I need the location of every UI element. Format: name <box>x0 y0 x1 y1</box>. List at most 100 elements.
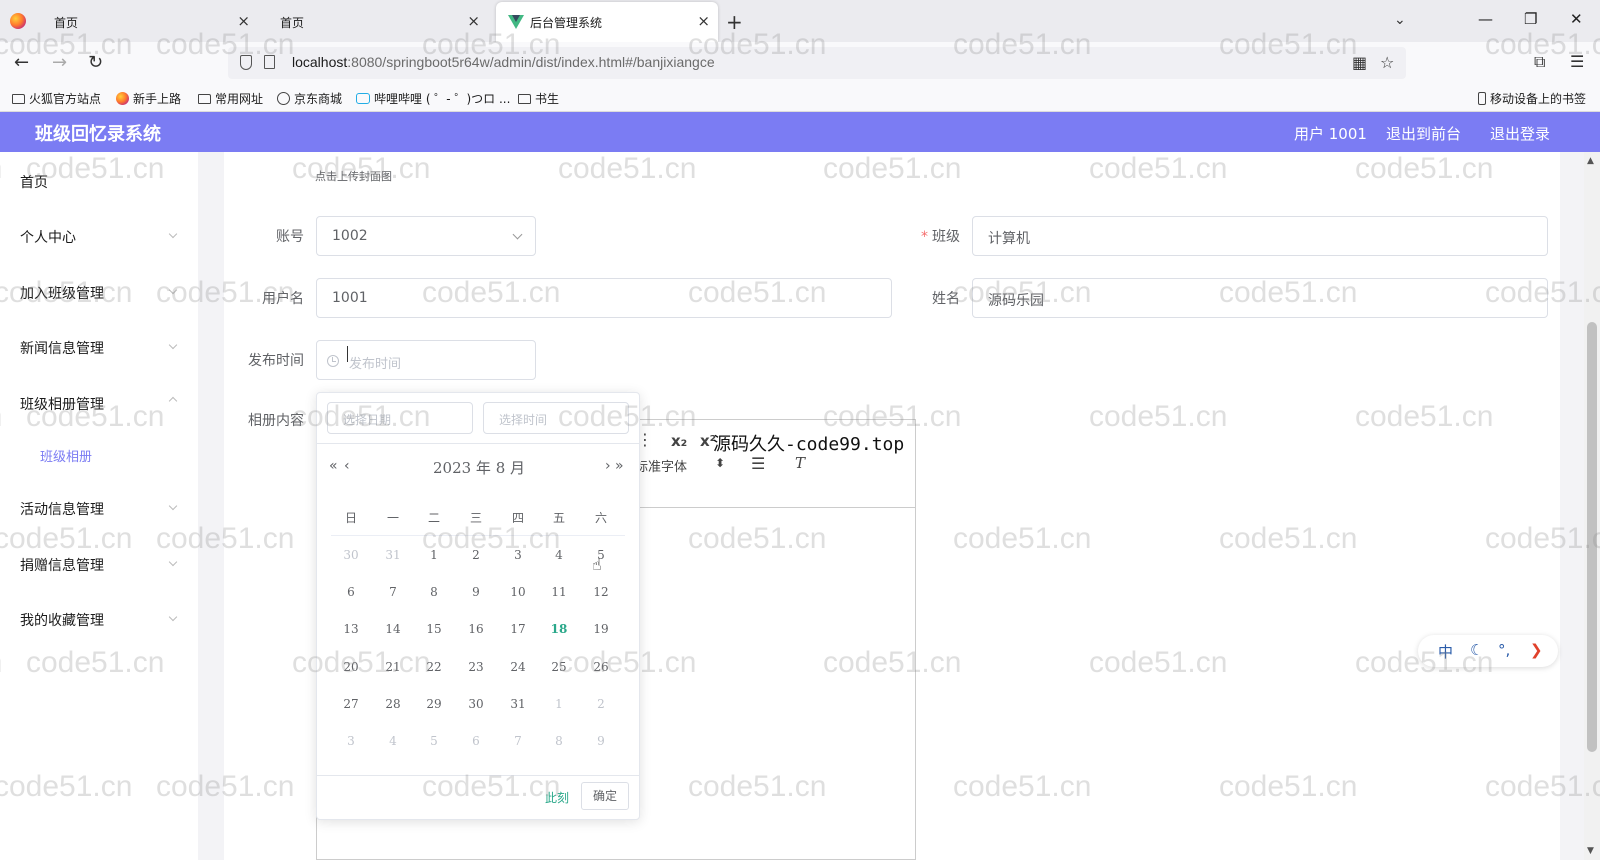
scroll-down-icon[interactable]: ▼ <box>1587 846 1594 856</box>
calendar-day[interactable]: 9 <box>456 585 496 599</box>
restore-icon[interactable]: ❐ <box>1524 10 1537 28</box>
calendar-day[interactable]: 26 <box>581 660 621 674</box>
calendar-day[interactable]: 29 <box>414 697 454 711</box>
scroll-thumb[interactable] <box>1587 322 1597 752</box>
url-bar[interactable]: localhost:8080/springboot5r64w/admin/dis… <box>228 47 1406 79</box>
align-icon[interactable]: ☰ <box>751 454 765 473</box>
username-field[interactable]: 1001 <box>316 278 892 318</box>
calendar-day[interactable]: 22 <box>414 660 454 674</box>
calendar-day[interactable]: 3 <box>331 734 371 748</box>
next-year-icon[interactable]: » <box>615 458 624 474</box>
browser-tab-active[interactable]: 后台管理系统 × <box>496 2 718 42</box>
page-scrollbar[interactable]: ▲ ▼ <box>1584 152 1600 860</box>
calendar-day[interactable]: 2 <box>581 697 621 711</box>
forward-icon[interactable]: → <box>52 52 67 73</box>
moon-icon[interactable]: ☾ <box>1470 641 1483 659</box>
star-icon[interactable]: ☆ <box>1380 53 1394 72</box>
clear-format-icon[interactable]: T <box>795 454 805 472</box>
calendar-day[interactable]: 8 <box>539 734 579 748</box>
bookmark-item[interactable]: 火狐官方站点 <box>12 90 101 107</box>
time-input[interactable]: 选择时间 <box>483 402 629 434</box>
calendar-day[interactable]: 30 <box>456 697 496 711</box>
calendar-day[interactable]: 6 <box>331 585 371 599</box>
new-tab-icon[interactable]: + <box>726 10 743 34</box>
calendar-day[interactable]: 30 <box>331 548 371 562</box>
calendar-day[interactable]: 24 <box>498 660 538 674</box>
subscript-button[interactable]: x₂ <box>671 432 687 450</box>
reload-icon[interactable]: ↻ <box>88 52 103 73</box>
bookmark-item[interactable]: 新手上路 <box>116 90 181 107</box>
calendar-day[interactable]: 23 <box>456 660 496 674</box>
bookmark-item[interactable]: 常用网址 <box>198 90 263 107</box>
back-icon[interactable]: ← <box>14 52 29 73</box>
url-text[interactable]: localhost:8080/springboot5r64w/admin/dis… <box>292 54 715 70</box>
calendar-day[interactable]: 27 <box>331 697 371 711</box>
browser-tab[interactable]: 首页 × <box>262 0 488 42</box>
calendar-day[interactable]: 16 <box>456 622 496 636</box>
sidebar-subitem-class-album[interactable]: 班级相册 <box>40 446 92 465</box>
calendar-day[interactable]: 5 <box>414 734 454 748</box>
date-input[interactable]: 选择日期 <box>327 402 473 434</box>
sidebar-item-donation[interactable]: 捐赠信息管理 <box>20 555 104 575</box>
sidebar-item-news[interactable]: 新闻信息管理 <box>20 338 104 358</box>
sidebar-item-home[interactable]: 首页 <box>20 172 48 192</box>
font-select[interactable]: 标准字体 <box>635 456 687 475</box>
calendar-day[interactable]: 19 <box>581 622 621 636</box>
bookmark-item[interactable]: 书生 <box>518 90 559 107</box>
sidebar-item-album[interactable]: 班级相册管理 <box>20 394 104 414</box>
extensions-icon[interactable]: ⧉ <box>1534 52 1545 72</box>
close-icon[interactable]: × <box>467 12 480 30</box>
close-icon[interactable]: × <box>237 12 250 30</box>
calendar-day[interactable]: 4 <box>539 548 579 562</box>
calendar-day[interactable]: 12 <box>581 585 621 599</box>
name-field[interactable]: 源码乐园 <box>972 278 1548 318</box>
bookmark-item[interactable]: 哔哩哔哩 ( ゜- ゜)つロ ... <box>356 90 510 107</box>
bookmark-item[interactable]: 京东商城 <box>277 90 342 107</box>
calendar-day[interactable]: 21 <box>373 660 413 674</box>
ime-chinese-toggle[interactable]: 中 <box>1438 641 1453 662</box>
calendar-day[interactable]: 13 <box>331 622 371 636</box>
minimize-icon[interactable]: — <box>1478 10 1493 28</box>
exit-to-front-link[interactable]: 退出到前台 <box>1386 123 1461 144</box>
calendar-day[interactable]: 15 <box>414 622 454 636</box>
sidebar-item-activity[interactable]: 活动信息管理 <box>20 499 104 519</box>
chevron-down-icon[interactable]: ⌄ <box>1394 12 1406 28</box>
calendar-day[interactable]: 18 <box>539 622 579 636</box>
calendar-day[interactable]: 2 <box>456 548 496 562</box>
menu-icon[interactable]: ☰ <box>1570 52 1584 71</box>
calendar-day[interactable]: 31 <box>498 697 538 711</box>
close-icon[interactable]: × <box>697 12 710 30</box>
calendar-day[interactable]: 9 <box>581 734 621 748</box>
confirm-button[interactable]: 确定 <box>581 782 629 810</box>
calendar-day[interactable]: 8 <box>414 585 454 599</box>
calendar-day[interactable]: 1 <box>414 548 454 562</box>
qr-code-icon[interactable]: ▦ <box>1352 53 1367 72</box>
close-window-icon[interactable]: ✕ <box>1570 10 1583 28</box>
browser-tab[interactable]: 首页 × <box>0 0 258 42</box>
logout-link[interactable]: 退出登录 <box>1490 123 1550 144</box>
page-icon[interactable] <box>264 55 275 69</box>
punctuation-icon[interactable]: °, <box>1498 641 1510 659</box>
calendar-day[interactable]: 25 <box>539 660 579 674</box>
calendar-day[interactable]: 31 <box>373 548 413 562</box>
calendar-day[interactable]: 7 <box>373 585 413 599</box>
calendar-day[interactable]: 20 <box>331 660 371 674</box>
sidebar-item-favorites[interactable]: 我的收藏管理 <box>20 610 104 630</box>
shield-icon[interactable] <box>240 55 252 70</box>
calendar-day[interactable]: 14 <box>373 622 413 636</box>
calendar-day[interactable]: 10 <box>498 585 538 599</box>
calendar-day[interactable]: 7 <box>498 734 538 748</box>
publish-time-input[interactable]: 发布时间 <box>316 340 536 380</box>
calendar-day[interactable]: 17 <box>498 622 538 636</box>
calendar-day[interactable]: 3 <box>498 548 538 562</box>
class-field[interactable]: 计算机 <box>972 216 1548 256</box>
next-month-icon[interactable]: › <box>605 458 611 474</box>
sidebar-item-profile[interactable]: 个人中心 <box>20 227 76 247</box>
calendar-day[interactable]: 11 <box>539 585 579 599</box>
chevron-right-icon[interactable]: ❯ <box>1530 641 1543 659</box>
calendar-day[interactable]: 28 <box>373 697 413 711</box>
bookmark-item[interactable]: 移动设备上的书签 <box>1478 90 1586 107</box>
scroll-up-icon[interactable]: ▲ <box>1587 156 1594 166</box>
account-select[interactable]: 1002 <box>316 216 536 256</box>
calendar-day[interactable]: 4 <box>373 734 413 748</box>
